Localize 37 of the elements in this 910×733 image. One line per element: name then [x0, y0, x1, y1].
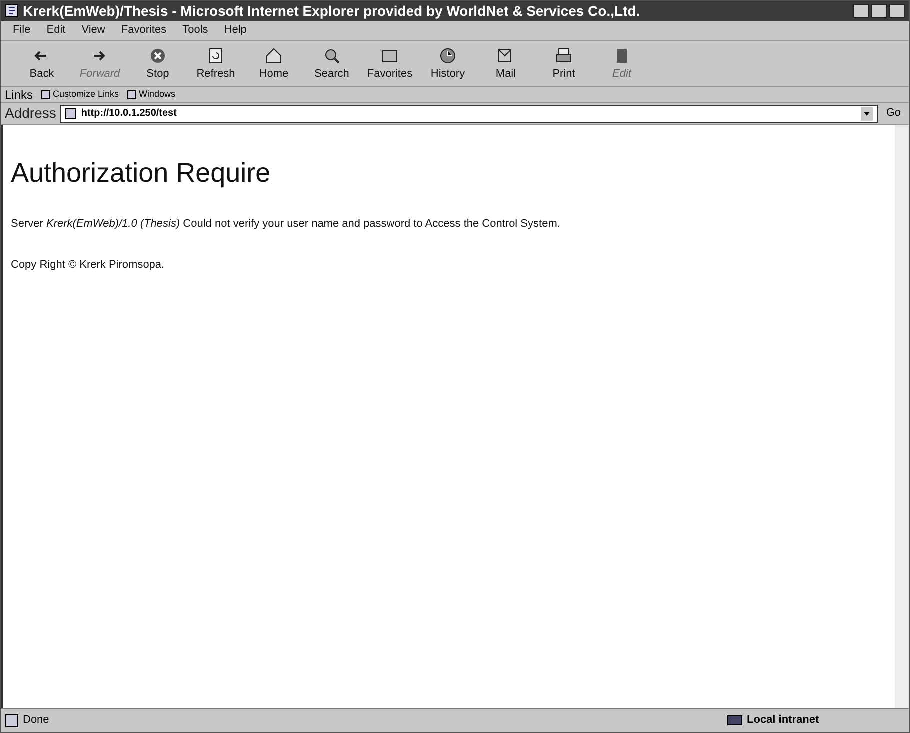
toolbar-button[interactable]: Back	[13, 46, 71, 82]
minimize-button[interactable]	[853, 4, 869, 18]
toolbar-button[interactable]: Mail	[477, 46, 535, 82]
link-item[interactable]: Windows	[127, 88, 176, 102]
toolbar-button[interactable]: Favorites	[361, 46, 419, 82]
zone-text: Local intranet	[747, 713, 820, 728]
maximize-button[interactable]	[871, 4, 887, 18]
toolbar-button[interactable]: Refresh	[187, 46, 245, 82]
menu-item[interactable]: File	[13, 22, 31, 39]
copyright-text: Copy Right © Krerk Piromsopa.	[11, 258, 166, 273]
close-button[interactable]	[889, 4, 905, 18]
toolbar-button[interactable]: Stop	[129, 46, 187, 82]
links-label: Links	[5, 86, 34, 104]
toolbar-button[interactable]: Home	[245, 46, 303, 82]
status-text: Done	[23, 713, 50, 728]
network-icon	[727, 714, 743, 728]
menu-item[interactable]: View	[82, 22, 106, 39]
address-label: Address	[5, 104, 56, 123]
error-message: Server Krerk(EmWeb)/1.0 (Thesis) Could not verify your user name and password to Access the Control System.	[11, 216, 562, 232]
link-item[interactable]: Customize Links	[41, 88, 120, 102]
go-button[interactable]: Go	[882, 105, 905, 122]
dropdown-icon[interactable]	[861, 106, 874, 120]
menu-item[interactable]: Help	[224, 22, 247, 39]
clock-icon	[438, 46, 458, 66]
scrollbar[interactable]	[895, 125, 909, 708]
toolbar-button[interactable]: Print	[535, 46, 593, 82]
menu-item[interactable]: Favorites	[121, 22, 167, 39]
window-title: Krerk(EmWeb)/Thesis - Microsoft Internet Explorer provided by WorldNet & Services Co.,Ltd.	[23, 2, 640, 21]
printer-icon	[554, 46, 574, 66]
menu-item[interactable]: Edit	[46, 22, 66, 39]
home-icon	[264, 46, 284, 66]
page-heading: Authorization Require	[11, 157, 272, 190]
menu-item[interactable]: Tools	[182, 22, 208, 39]
address-field[interactable]: http://10.0.1.250/test	[60, 104, 878, 122]
browser-icon	[5, 4, 19, 18]
toolbar-button[interactable]: History	[419, 46, 477, 82]
toolbar-button[interactable]: Search	[303, 46, 361, 82]
